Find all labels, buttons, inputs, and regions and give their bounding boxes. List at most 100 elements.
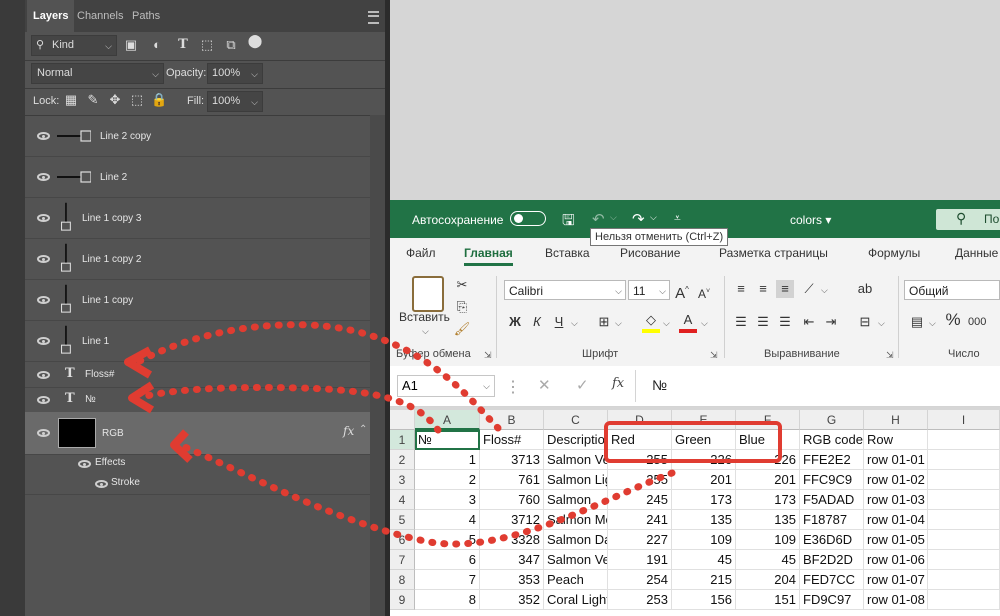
layer-row[interactable]: Line 2: [25, 157, 370, 198]
fx-icon[interactable]: fx: [343, 424, 354, 438]
decrease-indent-icon[interactable]: ⇤: [800, 313, 818, 331]
layer-row[interactable]: T Floss#: [25, 362, 370, 388]
table-cell[interactable]: Salmon Dark: [544, 530, 608, 550]
table-cell[interactable]: [928, 510, 1000, 530]
table-cell[interactable]: Salmon Medium: [544, 510, 608, 530]
table-cell[interactable]: Coral Light: [544, 590, 608, 610]
align-bottom-icon[interactable]: ≡: [776, 280, 794, 298]
align-top-icon[interactable]: ≡: [732, 280, 750, 298]
table-cell[interactable]: FFC9C9: [800, 470, 864, 490]
eye-icon[interactable]: [37, 429, 50, 437]
table-cell[interactable]: F5ADAD: [800, 490, 864, 510]
chevron-down-icon[interactable]: ⌵: [663, 318, 670, 329]
table-cell[interactable]: 4: [415, 510, 480, 530]
table-cell[interactable]: E36D6D: [800, 530, 864, 550]
orientation-icon[interactable]: ⟋: [800, 280, 818, 298]
table-cell[interactable]: 135: [736, 510, 800, 530]
chevron-down-icon[interactable]: ⌵: [615, 318, 622, 329]
row-header[interactable]: 5: [390, 510, 415, 530]
effects-row[interactable]: Effects: [25, 454, 370, 474]
table-cell[interactable]: Floss#: [480, 430, 544, 450]
tab-paths[interactable]: Paths: [132, 0, 160, 32]
pixel-filter-icon[interactable]: ▣: [123, 38, 139, 52]
table-cell[interactable]: 347: [480, 550, 544, 570]
name-box[interactable]: A1 ⌵: [397, 375, 495, 397]
table-cell[interactable]: 191: [608, 550, 672, 570]
table-cell[interactable]: 201: [736, 470, 800, 490]
table-cell[interactable]: 255: [608, 470, 672, 490]
table-cell[interactable]: [928, 490, 1000, 510]
tab-channels[interactable]: Channels: [77, 0, 123, 32]
table-cell[interactable]: 2: [415, 470, 480, 490]
lock-position-icon[interactable]: ✥: [107, 93, 123, 107]
italic-button[interactable]: К: [528, 313, 546, 331]
align-right-icon[interactable]: ☰: [776, 313, 794, 331]
copy-icon[interactable]: ⎘: [453, 298, 471, 316]
tab-draw[interactable]: Рисование: [620, 246, 680, 260]
dialog-launcher-icon[interactable]: ⇲: [886, 350, 894, 361]
accounting-format-icon[interactable]: ▤: [908, 313, 926, 331]
eye-icon[interactable]: [37, 173, 50, 181]
table-cell[interactable]: row 01-04: [864, 510, 928, 530]
eye-icon[interactable]: [37, 214, 50, 222]
table-cell[interactable]: 7: [415, 570, 480, 590]
eye-icon[interactable]: [37, 296, 50, 304]
table-cell[interactable]: 352: [480, 590, 544, 610]
underline-button[interactable]: Ч: [550, 313, 568, 331]
paste-icon[interactable]: [412, 276, 444, 312]
column-header[interactable]: A: [415, 410, 480, 430]
eye-icon[interactable]: [37, 396, 50, 404]
select-all-corner[interactable]: [390, 410, 415, 430]
table-cell[interactable]: 204: [736, 570, 800, 590]
lock-artboard-icon[interactable]: ⬚: [129, 93, 145, 107]
row-header[interactable]: 7: [390, 550, 415, 570]
redo-icon[interactable]: ↷: [632, 210, 645, 228]
table-cell[interactable]: [928, 470, 1000, 490]
tab-page-layout[interactable]: Разметка страницы: [719, 246, 828, 260]
shrink-font-icon[interactable]: A˅: [695, 283, 713, 303]
table-cell[interactable]: 3: [415, 490, 480, 510]
table-cell[interactable]: 245: [608, 490, 672, 510]
tab-formulas[interactable]: Формулы: [868, 246, 920, 260]
chevron-down-icon[interactable]: ⌵: [422, 326, 429, 337]
table-cell[interactable]: 1: [415, 450, 480, 470]
table-cell[interactable]: 3713: [480, 450, 544, 470]
tab-data[interactable]: Данные: [955, 246, 998, 260]
row-header[interactable]: 3: [390, 470, 415, 490]
chevron-down-icon[interactable]: ⌵: [610, 212, 617, 223]
table-cell[interactable]: 3712: [480, 510, 544, 530]
borders-icon[interactable]: ⊞: [595, 313, 613, 331]
table-cell[interactable]: BF2D2D: [800, 550, 864, 570]
blend-mode-select[interactable]: Normal ⌵: [31, 63, 164, 84]
table-cell[interactable]: 5: [415, 530, 480, 550]
chevron-down-icon[interactable]: ⌵: [929, 318, 936, 329]
file-name[interactable]: colors ▾: [790, 213, 831, 227]
row-header[interactable]: 9: [390, 590, 415, 610]
layer-row[interactable]: Line 1 copy 2: [25, 239, 370, 280]
undo-icon[interactable]: ↶: [592, 210, 605, 228]
table-cell[interactable]: [928, 550, 1000, 570]
dialog-launcher-icon[interactable]: ⇲: [710, 350, 718, 361]
customize-qat-icon[interactable]: ⩡: [674, 211, 681, 226]
layers-scrollbar[interactable]: [370, 115, 385, 616]
tab-layers[interactable]: Layers: [27, 0, 75, 32]
table-cell[interactable]: Peach: [544, 570, 608, 590]
eye-icon[interactable]: [37, 132, 50, 140]
enter-icon[interactable]: ✓: [576, 376, 589, 394]
row-header[interactable]: 4: [390, 490, 415, 510]
cut-icon[interactable]: ✂: [453, 276, 471, 294]
insert-function-button[interactable]: fx: [612, 376, 624, 391]
table-cell[interactable]: RGB code: [800, 430, 864, 450]
layer-row[interactable]: Line 1 copy 3: [25, 198, 370, 239]
cancel-icon[interactable]: ✕: [538, 376, 551, 394]
table-cell[interactable]: 241: [608, 510, 672, 530]
table-cell[interactable]: 109: [736, 530, 800, 550]
column-header[interactable]: I: [928, 410, 1000, 430]
eye-icon[interactable]: [95, 480, 108, 488]
adjustment-filter-icon[interactable]: ◐: [149, 38, 165, 52]
table-cell[interactable]: row 01-08: [864, 590, 928, 610]
table-cell[interactable]: [928, 590, 1000, 610]
row-header[interactable]: 2: [390, 450, 415, 470]
column-header[interactable]: G: [800, 410, 864, 430]
align-center-icon[interactable]: ☰: [754, 313, 772, 331]
